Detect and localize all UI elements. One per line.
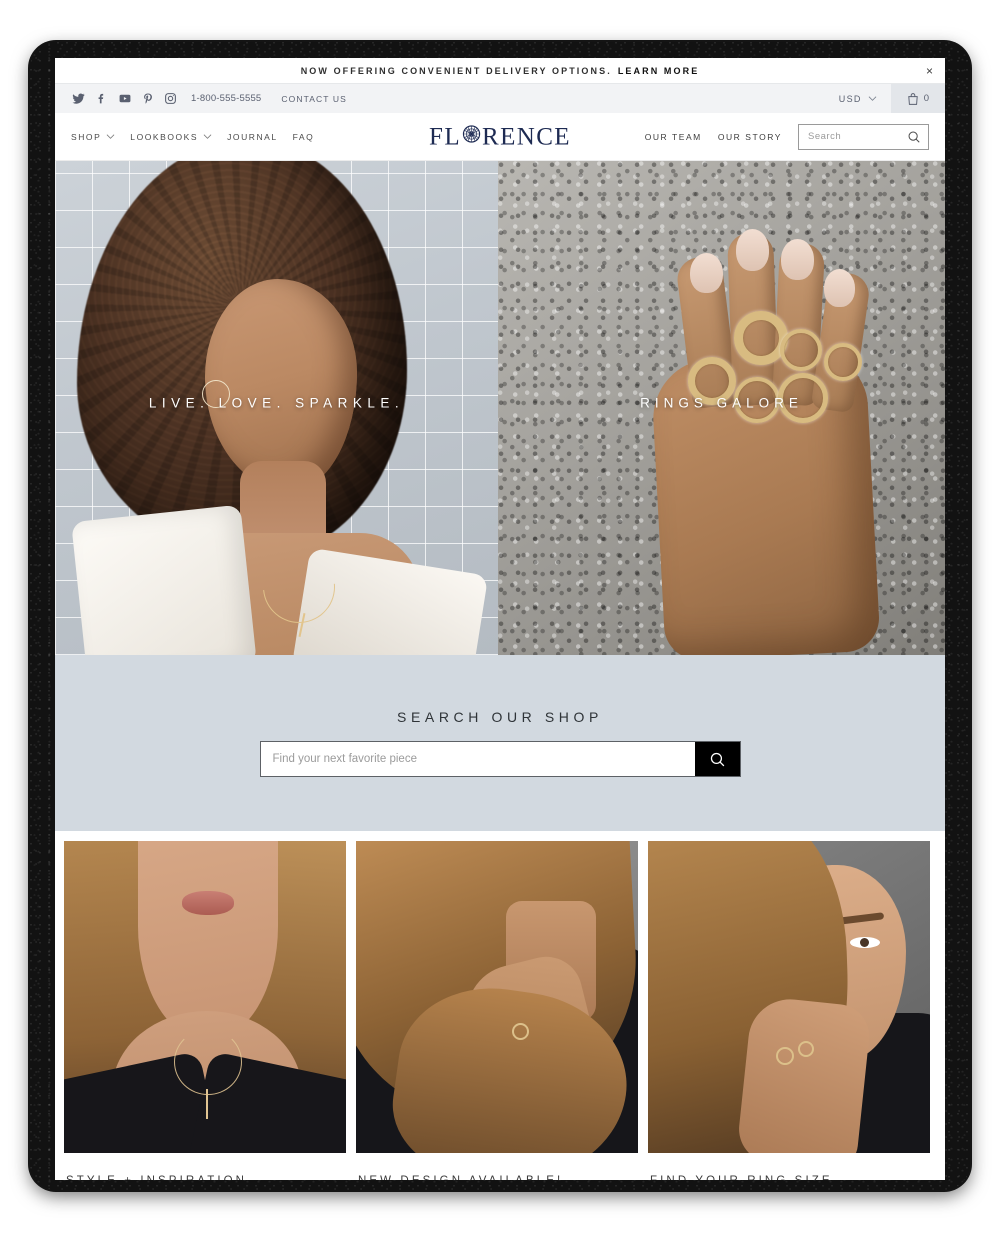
hero-caption-2[interactable]: RINGS GALORE	[498, 396, 945, 411]
shopping-bag-icon	[907, 92, 918, 105]
promo-card-ring-size[interactable]: FIND YOUR RING SIZE	[648, 841, 930, 1180]
card1-necklace-chain	[174, 1029, 242, 1095]
hero-ring-4	[780, 329, 822, 371]
search-icon[interactable]	[907, 130, 921, 144]
nav-item-journal[interactable]: JOURNAL	[227, 132, 278, 142]
logo-text-before: FL	[429, 123, 462, 150]
promo-card-image	[356, 841, 638, 1153]
twitter-icon[interactable]	[72, 92, 85, 105]
nav-item-label: SHOP	[71, 131, 102, 142]
promo-card-image	[64, 841, 346, 1153]
youtube-icon[interactable]	[118, 92, 132, 105]
logo-text-after: RENCE	[482, 123, 571, 150]
currency-selector[interactable]: USD	[825, 94, 891, 104]
shop-search-bar	[259, 741, 741, 777]
nav-item-label: JOURNAL	[227, 131, 278, 142]
card3-arm	[735, 995, 873, 1153]
promo-card-image	[648, 841, 930, 1153]
chevron-down-icon	[868, 96, 877, 101]
hero-ring-6	[824, 343, 862, 381]
utility-bar-right: USD 0	[825, 84, 945, 113]
promo-card-caption: FIND YOUR RING SIZE	[648, 1153, 930, 1180]
promo-cards: STYLE + INSPIRATION NEW DESIGN AVAILABLE…	[55, 831, 945, 1180]
card3-eye	[850, 937, 880, 948]
rosette-gem-icon	[462, 125, 481, 149]
announcement-bar: NOW OFFERING CONVENIENT DELIVERY OPTIONS…	[55, 58, 945, 83]
pinterest-icon[interactable]	[142, 92, 154, 105]
hero-nail-2	[736, 229, 769, 271]
currency-label: USD	[838, 93, 862, 104]
search-shop-title: SEARCH OUR SHOP	[397, 709, 603, 725]
search-icon	[710, 752, 724, 766]
nav-item-shop[interactable]: SHOP	[71, 132, 115, 142]
promo-card-caption: NEW DESIGN AVAILABLE!	[356, 1153, 638, 1180]
nav-item-label: LOOKBOOKS	[130, 131, 199, 142]
utility-bar: 1-800-555-5555 CONTACT US USD 0	[55, 83, 945, 113]
browser-frame: NOW OFFERING CONVENIENT DELIVERY OPTIONS…	[30, 42, 970, 1190]
header-search[interactable]	[798, 123, 929, 150]
nav-item-our-story[interactable]: OUR STORY	[718, 132, 782, 142]
hero-banner: LIVE. LOVE. SPARKLE. RINGS GALORE	[55, 161, 945, 655]
nav-left-items: SHOP LOOKBOOKS JOURNAL FAQ	[55, 132, 314, 142]
shop-search-button[interactable]	[694, 742, 740, 776]
nav-item-lookbooks[interactable]: LOOKBOOKS	[130, 132, 212, 142]
page-viewport: NOW OFFERING CONVENIENT DELIVERY OPTIONS…	[55, 58, 945, 1180]
hero-nail-4	[824, 269, 855, 307]
hero-nail-3	[781, 239, 814, 280]
cart-button[interactable]: 0	[890, 84, 945, 113]
nav-item-our-team[interactable]: OUR TEAM	[645, 132, 702, 142]
nav-item-faq[interactable]: FAQ	[293, 132, 315, 142]
nav-item-label: FAQ	[292, 131, 315, 142]
card1-pendant	[206, 1089, 208, 1119]
promo-card-caption: STYLE + INSPIRATION	[64, 1153, 346, 1180]
hero-ring-2	[734, 311, 788, 365]
contact-us-link[interactable]: CONTACT US	[281, 94, 346, 104]
shop-search-input[interactable]	[260, 742, 695, 776]
facebook-icon[interactable]	[95, 92, 108, 105]
card1-lips	[182, 891, 234, 915]
card3-ring-2	[798, 1041, 814, 1057]
hero-model-jacket-left	[71, 504, 257, 655]
chevron-down-icon	[203, 134, 212, 139]
hero-caption-1[interactable]: LIVE. LOVE. SPARKLE.	[55, 396, 498, 411]
close-icon[interactable]: ×	[926, 65, 933, 77]
search-input[interactable]	[806, 130, 907, 143]
nav-right-items: OUR TEAM OUR STORY	[645, 123, 945, 150]
promo-card-style-inspiration[interactable]: STYLE + INSPIRATION	[64, 841, 346, 1180]
search-shop-section: SEARCH OUR SHOP	[55, 655, 945, 831]
cart-count: 0	[923, 93, 929, 104]
site-logo[interactable]: FL RENCE	[429, 124, 571, 149]
announcement-text: NOW OFFERING CONVENIENT DELIVERY OPTIONS…	[300, 65, 612, 76]
card3-ring-1	[776, 1047, 794, 1065]
phone-number[interactable]: 1-800-555-5555	[191, 93, 261, 104]
instagram-icon[interactable]	[164, 92, 177, 105]
learn-more-link[interactable]: LEARN MORE	[618, 66, 700, 76]
social-links	[55, 92, 177, 105]
promo-card-new-design[interactable]: NEW DESIGN AVAILABLE!	[356, 841, 638, 1180]
hero-slide-2[interactable]: RINGS GALORE	[498, 161, 945, 655]
card2-ring	[512, 1023, 529, 1040]
hero-nail-1	[690, 253, 723, 293]
hero-slide-1[interactable]: LIVE. LOVE. SPARKLE.	[55, 161, 498, 655]
main-navigation: SHOP LOOKBOOKS JOURNAL FAQ FL RENCE OUR …	[55, 113, 945, 161]
chevron-down-icon	[106, 134, 115, 139]
